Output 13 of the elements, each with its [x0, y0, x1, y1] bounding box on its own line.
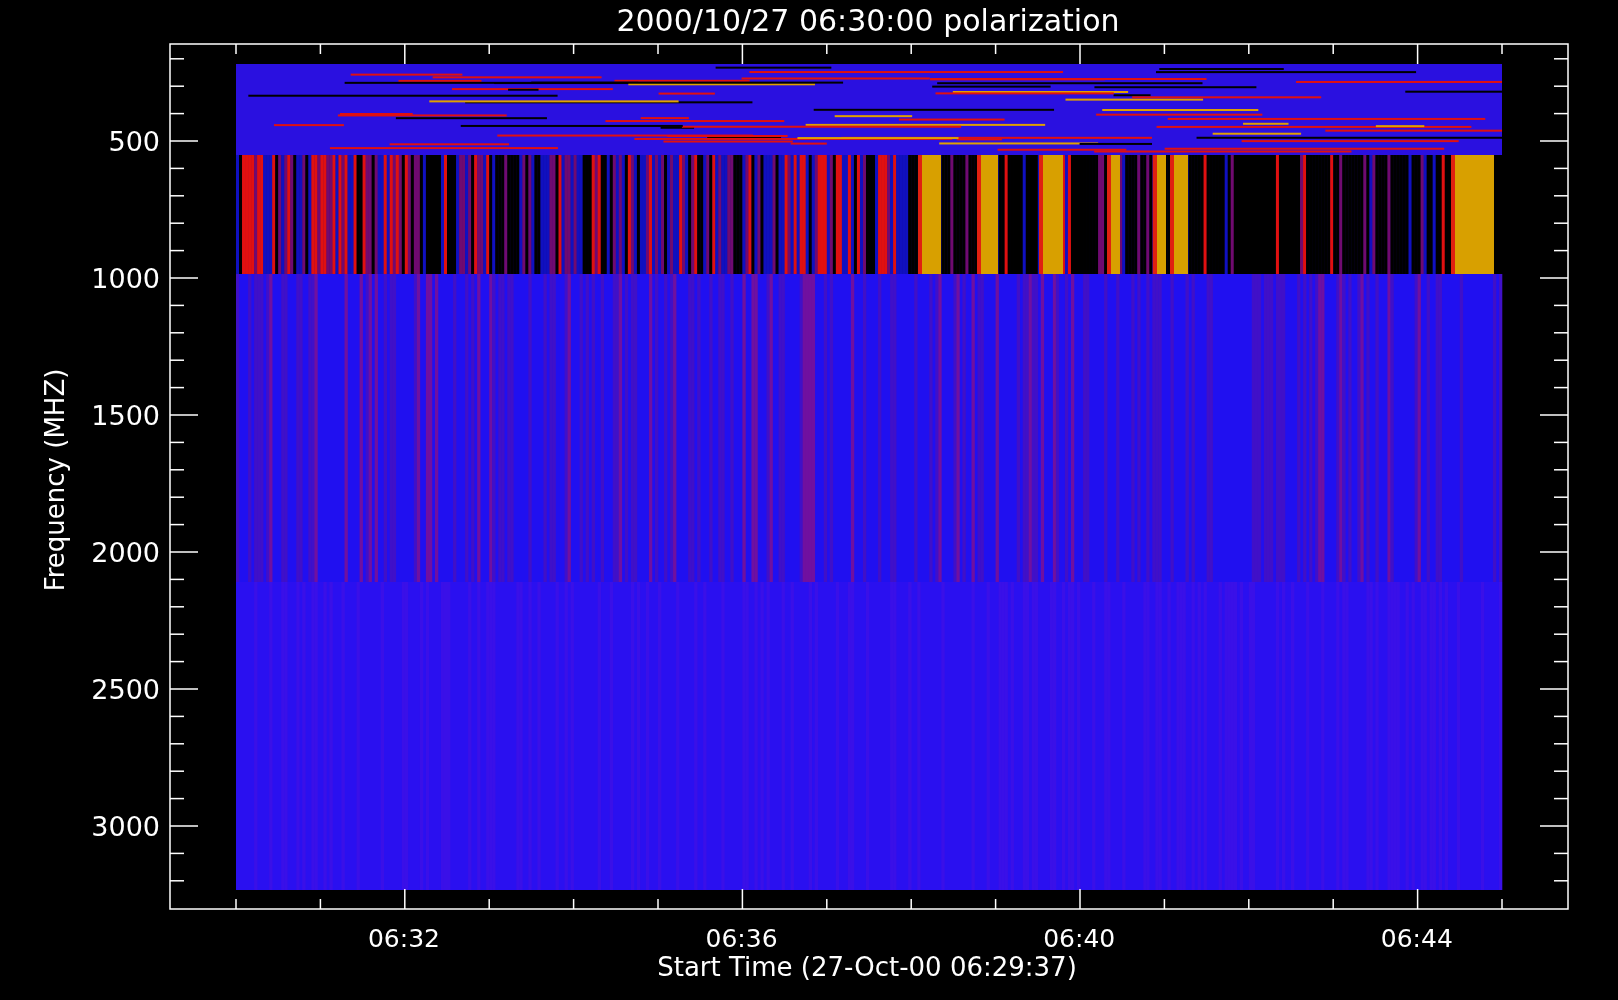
y-tick-label: 2500 [91, 674, 160, 705]
x-tick-label: 06:40 [1043, 924, 1116, 953]
y-tick-label: 2000 [91, 537, 160, 568]
x-tick-label: 06:44 [1380, 924, 1453, 953]
x-axis-title: Start Time (27-Oct-00 06:29:37) [657, 952, 1077, 982]
y-axis-title: Frequency (MHZ) [40, 368, 70, 592]
y-tick-label: 3000 [91, 811, 160, 842]
plot-title: 2000/10/27 06:30:00 polarization [616, 3, 1120, 38]
y-tick-label: 1500 [91, 400, 160, 431]
y-tick-label: 1000 [91, 263, 160, 294]
x-tick-label: 06:32 [368, 924, 440, 953]
y-tick-label: 500 [108, 126, 160, 157]
x-tick-label: 06:36 [705, 924, 778, 953]
